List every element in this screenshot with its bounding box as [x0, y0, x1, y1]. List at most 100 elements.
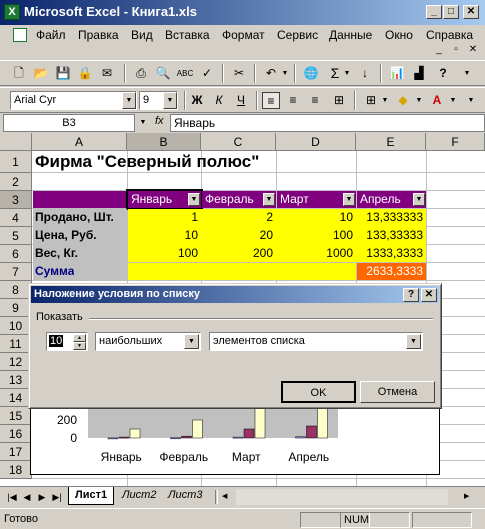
undo-dropdown-icon[interactable]: ▼	[280, 65, 290, 82]
fill-color-icon[interactable]: ◆	[394, 92, 412, 109]
toolbar-options-icon[interactable]: ▼	[462, 65, 472, 82]
items-percent-select[interactable]: элементов списка ▼	[209, 332, 423, 351]
bar[interactable]	[192, 419, 203, 439]
data-cell[interactable]: 10	[277, 210, 356, 224]
data-cell[interactable]: 20	[202, 228, 276, 242]
bar[interactable]	[118, 436, 130, 439]
row-label[interactable]: Цена, Руб.	[35, 228, 97, 242]
chevron-down-icon[interactable]: ▼	[413, 193, 425, 206]
fx-icon[interactable]: fx	[155, 115, 164, 127]
column-header-f[interactable]: F	[426, 133, 485, 151]
autofilter-march[interactable]: Март ▼	[277, 191, 356, 208]
bar[interactable]	[129, 428, 141, 439]
sheet-title[interactable]: Фирма "Северный полюс"	[35, 151, 259, 173]
chevron-down-icon[interactable]: ▼	[122, 92, 136, 109]
font-name-combo[interactable]: Arial Cyr ▼	[10, 91, 137, 110]
chart-wizard-icon[interactable]: 📊	[388, 65, 406, 82]
bar[interactable]	[107, 437, 119, 440]
row-header-5[interactable]: 5	[0, 227, 32, 245]
spelling-icon[interactable]: ABC	[176, 65, 194, 82]
data-cell[interactable]: 13,333333	[357, 210, 426, 224]
permission-icon[interactable]: 🔒	[76, 65, 94, 82]
new-icon[interactable]: 🗋	[10, 65, 28, 82]
next-sheet-icon[interactable]: ▶	[36, 491, 48, 503]
chevron-down-icon[interactable]: ▼	[188, 193, 200, 206]
italic-button[interactable]: К	[210, 92, 228, 109]
print-preview-icon[interactable]: 🔍	[154, 65, 172, 82]
align-left-icon[interactable]: ≡	[262, 92, 280, 109]
name-box-dropdown-icon[interactable]: ▼	[136, 114, 150, 132]
column-header-d[interactable]: D	[276, 133, 356, 151]
bold-button[interactable]: Ж	[188, 92, 206, 109]
fill-color-dropdown-icon[interactable]: ▼	[414, 92, 424, 109]
first-sheet-icon[interactable]: |◀	[6, 491, 18, 503]
data-cell[interactable]: 10	[128, 228, 201, 242]
prev-sheet-icon[interactable]: ◀	[21, 491, 33, 503]
data-cell[interactable]: 1	[128, 210, 201, 224]
minimize-button[interactable]: _	[426, 5, 442, 19]
row-header-3[interactable]: 3	[0, 191, 32, 209]
row-header-6[interactable]: 6	[0, 245, 32, 263]
row-header-4[interactable]: 4	[0, 209, 32, 227]
column-header-a[interactable]: A	[32, 133, 127, 151]
merge-center-icon[interactable]: ⊞	[330, 92, 348, 109]
chevron-down-icon[interactable]: ▼	[184, 334, 199, 349]
doc-minimize-button[interactable]: _	[432, 44, 446, 56]
menu-edit[interactable]: Правка	[78, 28, 119, 42]
bar[interactable]	[181, 435, 192, 439]
spin-up-icon[interactable]: ▲	[73, 334, 86, 342]
data-cell[interactable]: 2	[202, 210, 276, 224]
spin-down-icon[interactable]: ▼	[73, 342, 86, 350]
research-icon[interactable]: ✓	[198, 65, 216, 82]
data-cell[interactable]: 1333,3333	[357, 246, 426, 260]
menu-insert[interactable]: Вставка	[165, 28, 210, 42]
data-cell[interactable]: 100	[128, 246, 201, 260]
data-cell[interactable]: 133,33333	[357, 228, 426, 242]
toolbar-options-icon[interactable]: ▼	[466, 92, 476, 109]
drawing-icon[interactable]: ▟	[410, 65, 428, 82]
count-value[interactable]: 10	[49, 335, 64, 347]
menu-view[interactable]: Вид	[131, 28, 153, 42]
bar[interactable]	[295, 436, 306, 439]
align-center-icon[interactable]: ≡	[284, 92, 302, 109]
menu-tools[interactable]: Сервис	[277, 28, 318, 42]
autosum-dropdown-icon[interactable]: ▼	[342, 65, 352, 82]
document-icon[interactable]	[13, 28, 27, 42]
underline-button[interactable]: Ч	[232, 92, 250, 109]
maximize-button[interactable]: □	[443, 5, 459, 19]
sheet-tab-3[interactable]: Лист3	[162, 487, 208, 505]
menu-file[interactable]: Файл	[36, 28, 66, 42]
menu-format[interactable]: Формат	[222, 28, 265, 42]
count-spinner[interactable]: 10 ▲ ▼	[46, 332, 88, 351]
column-header-c[interactable]: C	[201, 133, 276, 151]
scroll-right-icon[interactable]: ▶	[464, 489, 476, 505]
hyperlink-icon[interactable]: 🌐	[302, 65, 320, 82]
sum-empty-cells[interactable]	[128, 263, 356, 280]
undo-icon[interactable]: ↶	[262, 65, 280, 82]
chevron-down-icon[interactable]: ▼	[263, 193, 275, 206]
borders-icon[interactable]: ⊞	[362, 92, 380, 109]
row-label[interactable]: Продано, Шт.	[35, 210, 114, 224]
row-header-18[interactable]: 18	[0, 461, 32, 479]
cell-a3[interactable]	[33, 191, 127, 208]
row-header-16[interactable]: 16	[0, 425, 32, 443]
sheet-tab-1[interactable]: Лист1	[68, 487, 115, 505]
chevron-down-icon[interactable]: ▼	[163, 92, 177, 109]
data-cell[interactable]: 200	[202, 246, 276, 260]
excel-app-icon[interactable]: X	[4, 4, 20, 20]
select-all-corner[interactable]	[0, 133, 32, 151]
cut-icon[interactable]: ✂	[230, 65, 248, 82]
save-icon[interactable]: 💾	[54, 65, 72, 82]
borders-dropdown-icon[interactable]: ▼	[380, 92, 390, 109]
bar[interactable]	[232, 436, 244, 439]
formula-input[interactable]: Январь	[170, 114, 485, 132]
row-header-1[interactable]: 1	[0, 151, 32, 173]
help-icon[interactable]: ?	[434, 65, 452, 82]
sheet-tab-2[interactable]: Лист2	[116, 487, 162, 505]
print-icon[interactable]: ⎙	[132, 65, 150, 82]
bar[interactable]	[170, 437, 181, 440]
row-label[interactable]: Вес, Кг.	[35, 246, 78, 260]
column-header-e[interactable]: E	[356, 133, 426, 151]
sum-label[interactable]: Сумма	[35, 264, 74, 278]
row-header-17[interactable]: 17	[0, 443, 32, 461]
